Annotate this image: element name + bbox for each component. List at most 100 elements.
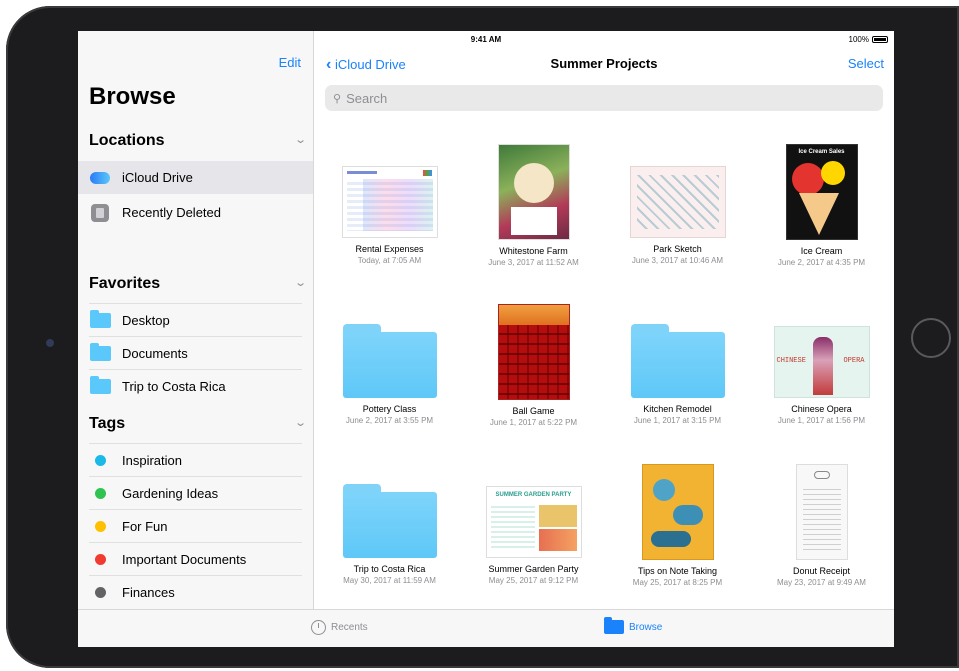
edit-button[interactable]: Edit [279,55,301,70]
tags-header[interactable]: Tags ⌄ [89,415,307,433]
page-title: Browse [89,83,176,110]
file-name: Trip to Costa Rica [353,564,426,574]
sidebar-item-label: For Fun [122,519,168,534]
tab-bar: Recents Browse [78,609,894,647]
file-tile[interactable]: CHINESE OPERA Chinese Opera June 1, 2017… [750,304,893,425]
sidebar-item-label: iCloud Drive [122,170,193,185]
file-thumbnail [629,166,726,238]
thumbnail-text: SUMMER GARDEN PARTY [495,492,572,498]
sidebar-item-trip-to-costa-rica[interactable]: Trip to Costa Rica [78,370,313,403]
sidebar-item-label: Documents [122,346,188,361]
sidebar-item-label: Trip to Costa Rica [122,379,226,394]
file-tile[interactable]: Whitestone Farm June 3, 2017 at 11:52 AM [462,144,605,267]
sidebar-item-tag-finances[interactable]: Finances [78,576,313,609]
tab-label: Browse [629,621,663,633]
sidebar-item-desktop[interactable]: Desktop [78,304,313,337]
file-thumbnail: SUMMER GARDEN PARTY [485,486,582,558]
tab-browse[interactable]: Browse [604,617,663,634]
file-date: Today, at 7:05 AM [357,256,422,265]
file-thumbnail [497,144,570,240]
sidebar-item-recently-deleted[interactable]: Recently Deleted [78,196,313,229]
file-thumbnail: CHINESE OPERA [773,326,870,398]
locations-header[interactable]: Locations ⌄ [89,132,307,150]
battery-percent: 100% [848,35,869,44]
folder-icon [342,484,437,558]
file-date: June 2, 2017 at 3:55 PM [345,416,434,425]
sidebar-item-tag-for-fun[interactable]: For Fun [78,510,313,543]
folder-icon [630,324,725,398]
file-name: Pottery Class [362,404,417,414]
folder-icon [89,376,111,398]
tab-recents[interactable]: Recents [311,620,368,635]
tag-dot-icon [89,483,111,505]
file-tile[interactable]: Tips on Note Taking May 25, 2017 at 8:25… [606,464,749,587]
chevron-down-icon[interactable]: ⌄ [294,133,307,146]
tag-dot-icon [89,549,111,571]
file-date: May 25, 2017 at 8:25 PM [632,578,723,587]
sidebar-item-icloud-drive[interactable]: iCloud Drive [78,161,313,194]
favorites-heading: Favorites [89,275,161,292]
sidebar-item-label: Important Documents [122,552,247,567]
file-tile[interactable]: Ice Cream Sales Ice Cream June 2, 2017 a… [750,144,893,267]
camera-icon [46,339,54,347]
folder-tile[interactable]: Trip to Costa Rica May 30, 2017 at 11:59… [318,464,461,585]
file-thumbnail [641,464,714,560]
file-name: Tips on Note Taking [637,566,718,576]
sidebar-item-label: Recently Deleted [122,205,221,220]
folder-icon [342,324,437,398]
sidebar-item-tag-inspiration[interactable]: Inspiration [78,444,313,477]
file-name: Ball Game [512,406,555,416]
sidebar-item-label: Inspiration [122,453,182,468]
file-name: Whitestone Farm [499,246,568,256]
select-button[interactable]: Select [848,56,884,71]
thumbnail-text: CHINESE [776,357,806,365]
thumbnail-text: OPERA [843,357,865,365]
main-pane: ‹ iCloud Drive Summer Projects Select ⚲ … [314,49,894,609]
file-name: Park Sketch [653,244,702,254]
home-button[interactable] [911,318,951,358]
file-date: June 1, 2017 at 3:15 PM [633,416,722,425]
file-tile[interactable]: Rental Expenses Today, at 7:05 AM [318,144,461,265]
sidebar-item-tag-important-documents[interactable]: Important Documents [78,543,313,576]
battery-icon [872,36,888,43]
trash-icon [89,202,111,224]
file-date: June 1, 2017 at 5:22 PM [489,418,578,427]
file-tile[interactable]: Donut Receipt May 23, 2017 at 9:49 AM [750,464,893,587]
file-name: Summer Garden Party [488,564,579,574]
file-name: Donut Receipt [792,566,851,576]
search-placeholder: Search [346,90,388,106]
file-thumbnail [795,464,848,560]
file-date: June 3, 2017 at 11:52 AM [488,258,579,267]
file-name: Rental Expenses [355,244,424,254]
screen: iPad 9:41 AM 100% Edit Browse Locations … [78,31,894,647]
chevron-down-icon[interactable]: ⌄ [294,276,307,289]
chevron-down-icon[interactable]: ⌄ [294,416,307,429]
tags-heading: Tags [89,415,126,432]
folder-tile[interactable]: Kitchen Remodel June 1, 2017 at 3:15 PM [606,304,749,425]
sidebar-item-label: Desktop [122,313,170,328]
file-tile[interactable]: SUMMER GARDEN PARTY Summer Garden Party … [462,464,605,585]
clock-icon [311,620,326,635]
sidebar-item-documents[interactable]: Documents [78,337,313,370]
file-date: May 25, 2017 at 9:12 PM [488,576,579,585]
tag-dot-icon [89,582,111,604]
file-date: May 30, 2017 at 11:59 AM [343,576,436,585]
file-tile[interactable]: Ball Game June 1, 2017 at 5:22 PM [462,304,605,427]
sidebar-item-label: Finances [122,585,175,600]
folder-icon [89,343,111,365]
sidebar-item-tag-gardening-ideas[interactable]: Gardening Ideas [78,477,313,510]
folder-icon [89,310,111,332]
folder-icon [604,617,624,634]
tag-dot-icon [89,516,111,538]
folder-tile[interactable]: Pottery Class June 2, 2017 at 3:55 PM [318,304,461,425]
file-date: May 23, 2017 at 9:49 AM [777,578,866,587]
tag-dot-icon [89,450,111,472]
tab-label: Recents [331,622,368,633]
locations-heading: Locations [89,132,165,149]
search-icon: ⚲ [333,92,342,105]
file-tile[interactable]: Park Sketch June 3, 2017 at 10:46 AM [606,144,749,265]
search-input[interactable]: ⚲ Search [325,85,883,111]
sidebar-item-label: Gardening Ideas [122,486,219,501]
favorites-header[interactable]: Favorites ⌄ [89,275,307,293]
file-name: Kitchen Remodel [643,404,712,414]
